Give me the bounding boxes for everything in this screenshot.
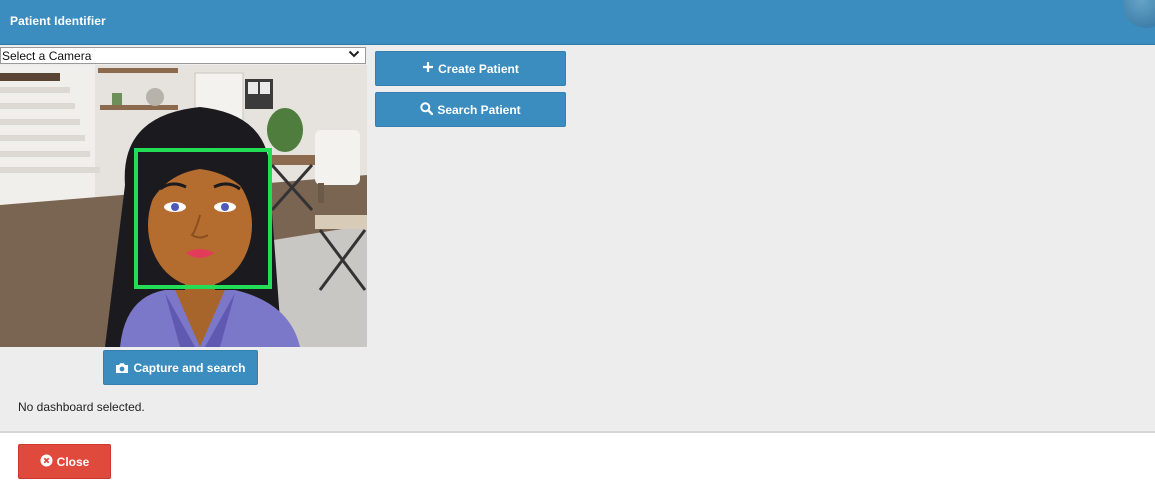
capture-and-search-label: Capture and search <box>133 360 246 375</box>
close-button[interactable]: Close <box>18 444 111 479</box>
close-label: Close <box>56 454 90 469</box>
close-circle-icon <box>40 454 53 470</box>
camera-feed-image <box>0 65 367 347</box>
header-decoration <box>1123 0 1155 28</box>
create-patient-button[interactable]: Create Patient <box>375 51 566 86</box>
search-icon <box>420 101 434 118</box>
camera-feed <box>0 65 367 347</box>
dialog-title: Patient Identifier <box>10 14 106 28</box>
camera-icon <box>115 362 129 374</box>
footer-divider <box>0 431 1155 433</box>
capture-and-search-button[interactable]: Capture and search <box>103 350 258 385</box>
plus-icon <box>422 61 434 76</box>
dialog-body: Select a Camera Capture and search No da… <box>0 45 1155 431</box>
camera-select-value: Select a Camera <box>2 49 92 63</box>
create-patient-label: Create Patient <box>438 61 519 76</box>
search-patient-label: Search Patient <box>437 102 521 117</box>
dialog-header: Patient Identifier <box>0 0 1155 45</box>
status-message: No dashboard selected. <box>18 400 145 414</box>
chevron-down-icon <box>348 48 360 64</box>
search-patient-button[interactable]: Search Patient <box>375 92 566 127</box>
camera-select[interactable]: Select a Camera <box>0 47 366 64</box>
patient-identifier-dialog: Patient Identifier Select a Camera Captu… <box>0 0 1155 487</box>
